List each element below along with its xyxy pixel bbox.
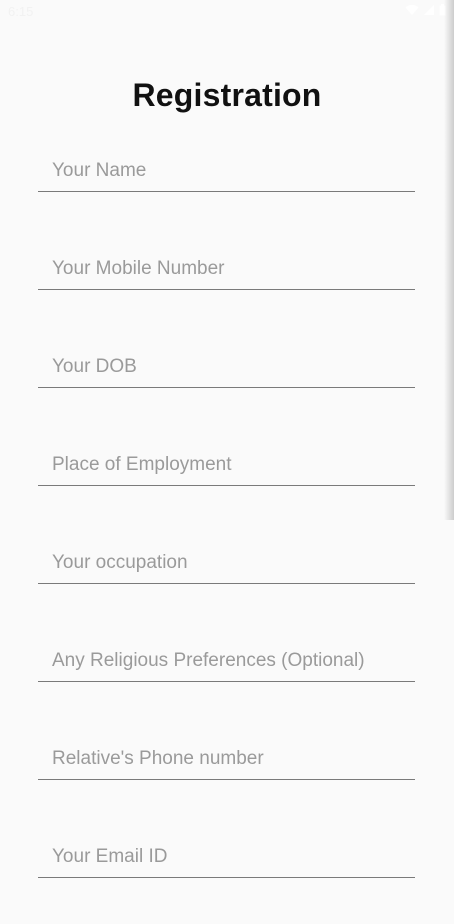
place-of-employment-input[interactable] [38, 444, 415, 486]
mobile-field-row [38, 238, 415, 336]
occupation-input[interactable] [38, 542, 415, 584]
registration-form [38, 140, 415, 924]
dob-field-row [38, 336, 415, 434]
mobile-number-input[interactable] [38, 248, 415, 290]
wifi-icon [405, 4, 419, 16]
religious-field-row [38, 630, 415, 728]
name-input[interactable] [38, 150, 415, 192]
page-title: Registration [132, 77, 322, 114]
occupation-field-row [38, 532, 415, 630]
email-input[interactable] [38, 836, 415, 878]
status-bar: 6:15 [0, 0, 454, 24]
religious-preferences-input[interactable] [38, 640, 415, 682]
email-field-row [38, 826, 415, 924]
relative-phone-input[interactable] [38, 738, 415, 780]
status-icons [405, 4, 446, 16]
relative-phone-field-row [38, 728, 415, 826]
employment-field-row [38, 434, 415, 532]
signal-icon [423, 4, 435, 16]
name-field-row [38, 140, 415, 238]
status-time: 6:15 [8, 4, 34, 19]
battery-icon [439, 4, 446, 16]
dob-input[interactable] [38, 346, 415, 388]
